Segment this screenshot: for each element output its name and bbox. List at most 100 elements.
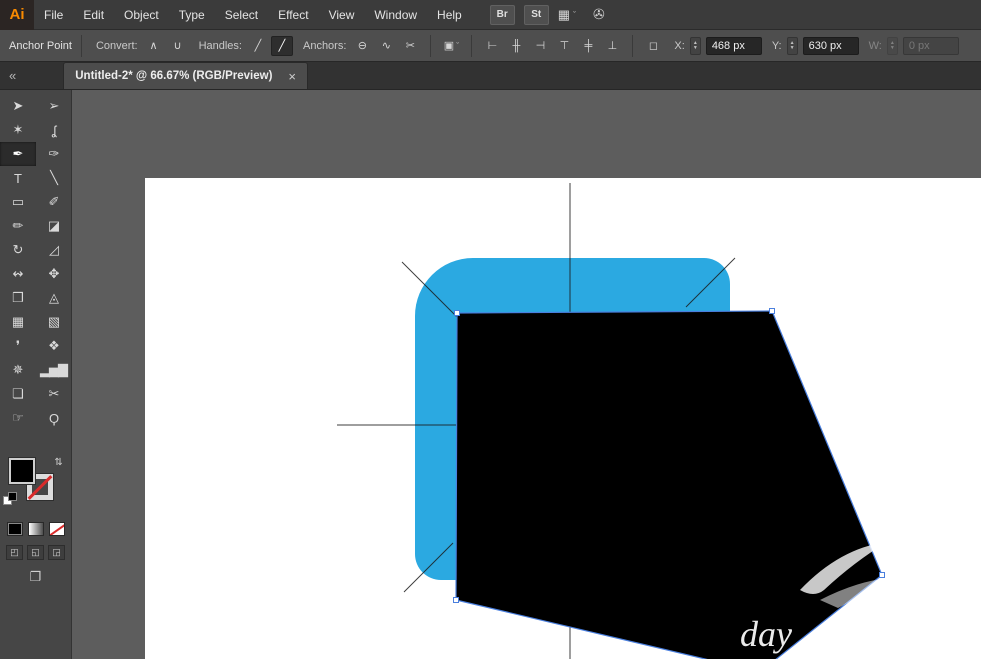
screen-mode-row: ❐ <box>0 569 71 585</box>
chevron-down-icon: ˇ <box>573 9 577 20</box>
anchors-buttons: ⊖ ∿ ✂ <box>351 36 421 56</box>
align-v-center-button[interactable]: ╪ <box>577 36 599 56</box>
align-h-center-button[interactable]: ╫ <box>505 36 527 56</box>
app-logo-icon[interactable]: Ai <box>0 0 34 30</box>
isolate-icon: ▣ <box>443 40 455 52</box>
menu-list: File Edit Object Type Select Effect View Window… <box>34 0 472 30</box>
rotate-tool[interactable]: ↻ <box>0 238 36 262</box>
y-stepper[interactable]: ▲ ▼ <box>786 36 798 55</box>
convert-buttons: ∧ ∪ <box>143 36 189 56</box>
direct-selection-tool[interactable]: ➢ <box>36 94 72 118</box>
divider <box>471 34 473 57</box>
eyedropper-tool[interactable]: ❜ <box>0 334 36 358</box>
none-button[interactable] <box>48 522 65 536</box>
connect-anchors-button[interactable]: ∿ <box>375 36 397 56</box>
transform-reference-icon[interactable]: ◻ <box>642 36 664 56</box>
selection-tool[interactable]: ➤ <box>0 94 36 118</box>
canvas-area[interactable]: day <box>72 90 981 659</box>
remove-anchor-button[interactable]: ⊖ <box>351 36 373 56</box>
w-stepper: ▲ ▼ <box>886 36 898 55</box>
anchor-point[interactable] <box>453 597 459 603</box>
lasso-tool[interactable]: ʆ <box>36 118 72 142</box>
anchor-point[interactable] <box>769 308 775 314</box>
scale-tool[interactable]: ◿ <box>36 238 72 262</box>
swap-fill-stroke-icon[interactable]: ⇄ <box>53 457 64 465</box>
divider <box>430 34 432 57</box>
color-mode-buttons <box>0 522 71 536</box>
divider <box>80 34 82 57</box>
eraser-tool[interactable]: ◪ <box>36 214 72 238</box>
mesh-tool[interactable]: ▦ <box>0 310 36 334</box>
default-fill-stroke-icon[interactable] <box>3 492 18 505</box>
paintbrush-tool[interactable]: ✐ <box>36 190 72 214</box>
isolate-selected-object-button[interactable]: ▣ ˇ <box>440 36 462 56</box>
color-button[interactable] <box>6 522 23 536</box>
anchor-point[interactable] <box>879 572 885 578</box>
gradient-tool[interactable]: ▧ <box>36 310 72 334</box>
line-segment-tool[interactable]: ╲ <box>36 166 72 190</box>
menu-item-help[interactable]: Help <box>427 0 472 30</box>
menu-item-file[interactable]: File <box>34 0 73 30</box>
menu-item-select[interactable]: Select <box>215 0 268 30</box>
document-tab-bar: « Untitled-2* @ 66.67% (RGB/Preview) × <box>0 62 981 90</box>
shape-builder-tool[interactable]: ❒ <box>0 286 36 310</box>
watermark-text: day <box>740 614 792 654</box>
cut-path-button[interactable]: ✂ <box>399 36 421 56</box>
cs-live-icon[interactable]: ✇ <box>593 6 605 23</box>
align-right-button[interactable]: ⊣ <box>529 36 551 56</box>
symbol-sprayer-tool[interactable]: ✵ <box>0 358 36 382</box>
blend-tool[interactable]: ❖ <box>36 334 72 358</box>
x-label: X: <box>674 39 685 52</box>
menu-item-view[interactable]: View <box>319 0 365 30</box>
magic-wand-tool[interactable]: ✶ <box>0 118 36 142</box>
canvas-svg: day <box>145 178 981 659</box>
show-handles-button[interactable]: ╱ <box>270 35 293 56</box>
column-graph-tool[interactable]: ▂▅▇ <box>36 358 72 382</box>
stepper-down-icon[interactable]: ▼ <box>693 45 698 51</box>
width-tool[interactable]: ↭ <box>0 262 36 286</box>
stepper-down-icon[interactable]: ▼ <box>790 45 795 51</box>
perspective-grid-tool[interactable]: ◬ <box>36 286 72 310</box>
pen-tool[interactable]: ✒ <box>0 142 36 166</box>
bridge-button[interactable]: Br <box>489 4 515 25</box>
tools-grid: ➤ ➢ ✶ ʆ ✒ ✑ T ╲ ▭ ✐ ✏ ◪ ↻ ◿ ↭ ✥ ❒ ◬ ▦ ▧ ❜ ❖ ✵ ▂▅▇ ❏ ✂ ☞ Ϙ <box>0 90 71 430</box>
handles-buttons: ╱ ╱ <box>247 35 293 56</box>
type-tool[interactable]: T <box>0 166 36 190</box>
screen-mode-button[interactable]: ❐ <box>30 569 42 585</box>
tab-close-icon[interactable]: × <box>288 70 296 83</box>
workspace-switcher[interactable]: ▦ ˇ <box>558 7 576 23</box>
hide-handles-button[interactable]: ╱ <box>247 36 269 56</box>
free-transform-tool[interactable]: ✥ <box>36 262 72 286</box>
menu-item-edit[interactable]: Edit <box>73 0 114 30</box>
menu-item-window[interactable]: Window <box>364 0 427 30</box>
fill-color-swatch[interactable] <box>9 458 35 484</box>
fill-stroke-control: ⇄ <box>0 456 71 514</box>
draw-behind-button[interactable]: ◱ <box>27 545 44 560</box>
menu-item-object[interactable]: Object <box>114 0 169 30</box>
draw-normal-button[interactable]: ◰ <box>6 545 23 560</box>
gradient-button[interactable] <box>27 522 44 536</box>
menu-item-effect[interactable]: Effect <box>268 0 318 30</box>
align-left-button[interactable]: ⊢ <box>481 36 503 56</box>
slice-tool[interactable]: ✂ <box>36 382 72 406</box>
x-input[interactable] <box>705 36 762 55</box>
zoom-tool[interactable]: Ϙ <box>36 406 72 430</box>
handles-label: Handles: <box>198 39 242 52</box>
hand-tool[interactable]: ☞ <box>0 406 36 430</box>
menu-item-type[interactable]: Type <box>169 0 215 30</box>
anchor-point[interactable] <box>454 310 460 316</box>
draw-inside-button[interactable]: ◲ <box>48 545 65 560</box>
artboard-tool[interactable]: ❏ <box>0 382 36 406</box>
curvature-tool[interactable]: ✑ <box>36 142 72 166</box>
pencil-tool[interactable]: ✏ <box>0 214 36 238</box>
collapse-panels-icon[interactable]: « <box>0 68 25 83</box>
rectangle-tool[interactable]: ▭ <box>0 190 36 214</box>
align-top-button[interactable]: ⊤ <box>553 36 575 56</box>
stock-button[interactable]: St <box>523 4 549 25</box>
align-bottom-button[interactable]: ⊥ <box>601 36 623 56</box>
convert-to-corner-button[interactable]: ∧ <box>143 36 165 56</box>
y-input[interactable] <box>802 36 859 55</box>
x-stepper[interactable]: ▲ ▼ <box>689 36 701 55</box>
convert-to-smooth-button[interactable]: ∪ <box>167 36 189 56</box>
document-tab[interactable]: Untitled-2* @ 66.67% (RGB/Preview) × <box>63 62 309 89</box>
